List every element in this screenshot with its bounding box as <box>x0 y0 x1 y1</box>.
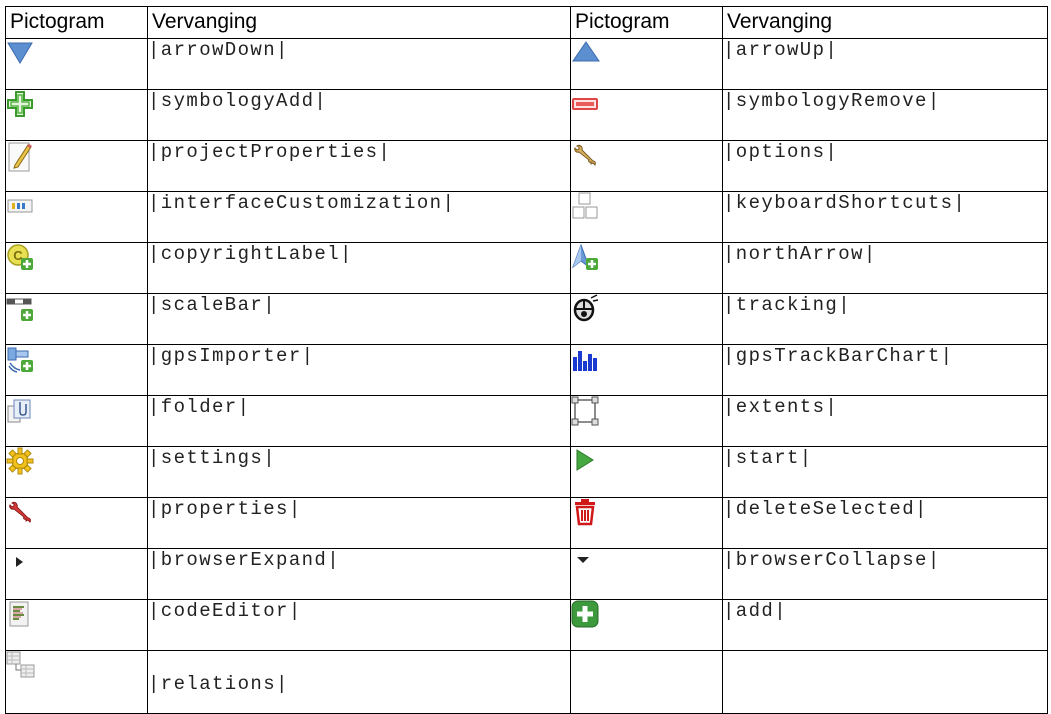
delete-selected-icon <box>571 498 599 526</box>
pictogram-cell <box>5 140 148 192</box>
pictogram-cell <box>5 293 148 345</box>
header-vervanging-right: Vervanging <box>722 6 1048 39</box>
substitution-text: |relations| <box>147 650 571 714</box>
substitution-text: |deleteSelected| <box>722 497 1048 549</box>
pictogram-cell <box>5 497 148 549</box>
pictogram-cell <box>570 38 723 90</box>
table-row: |properties| |deleteSelected| <box>5 497 1048 549</box>
pictogram-cell <box>570 599 723 651</box>
pictogram-cell <box>5 191 148 243</box>
project-properties-icon <box>6 141 34 172</box>
table-row: |relations| <box>5 650 1048 714</box>
substitution-text: |keyboardShortcuts| <box>722 191 1048 243</box>
substitution-text: |interfaceCustomization| <box>147 191 571 243</box>
pictogram-cell <box>5 650 148 714</box>
table-header-row: Pictogram Vervanging Pictogram Vervangin… <box>5 6 1048 39</box>
code-editor-icon <box>6 600 34 628</box>
table-row: |scaleBar| |tracking| <box>5 293 1048 345</box>
copyright-label-icon: C <box>6 243 34 271</box>
table-row: |settings| |start| <box>5 446 1048 498</box>
pictogram-cell <box>570 548 723 600</box>
icon-substitution-table: Pictogram Vervanging Pictogram Vervangin… <box>5 6 1048 714</box>
substitution-text: |tracking| <box>722 293 1048 345</box>
substitution-text: |properties| <box>147 497 571 549</box>
gps-track-bar-chart-icon <box>571 345 599 373</box>
table-row: |symbologyAdd| |symbologyRemove| <box>5 89 1048 141</box>
substitution-text: |settings| <box>147 446 571 498</box>
substitution-text: |codeEditor| <box>147 599 571 651</box>
header-pictogram-right: Pictogram <box>570 6 723 39</box>
pictogram-cell <box>570 191 723 243</box>
substitution-text: |arrowDown| <box>147 38 571 90</box>
pictogram-cell <box>570 395 723 447</box>
substitution-text: |northArrow| <box>722 242 1048 294</box>
pictogram-cell <box>5 344 148 396</box>
pictogram-cell <box>570 293 723 345</box>
substitution-text: |arrowUp| <box>722 38 1048 90</box>
options-icon <box>571 141 599 169</box>
arrow-up-icon <box>571 39 600 67</box>
pictogram-cell <box>570 497 723 549</box>
symbology-add-icon <box>6 90 34 118</box>
substitution-text: |folder| <box>147 395 571 447</box>
substitution-text: |extents| <box>722 395 1048 447</box>
add-icon <box>571 600 599 628</box>
pictogram-cell <box>5 38 148 90</box>
pictogram-cell <box>5 446 148 498</box>
table-row: |arrowDown| |arrowUp| <box>5 38 1048 90</box>
substitution-text: |symbologyRemove| <box>722 89 1048 141</box>
interface-customization-icon <box>6 192 34 220</box>
pictogram-cell <box>570 344 723 396</box>
table-row: |codeEditor| |add| <box>5 599 1048 651</box>
extents-icon <box>571 396 599 426</box>
pictogram-cell <box>570 242 723 294</box>
properties-icon <box>6 498 34 526</box>
gps-importer-icon <box>6 345 34 373</box>
substitution-text: |gpsImporter| <box>147 344 571 396</box>
table-row: |browserExpand| |browserCollapse| <box>5 548 1048 600</box>
substitution-text: |options| <box>722 140 1048 192</box>
substitution-text: |copyrightLabel| <box>147 242 571 294</box>
table-row: |folder| |extents| <box>5 395 1048 447</box>
substitution-text: |add| <box>722 599 1048 651</box>
pictogram-cell <box>5 548 148 600</box>
arrow-down-icon <box>6 39 34 67</box>
substitution-text: |projectProperties| <box>147 140 571 192</box>
pictogram-cell <box>5 395 148 447</box>
pictogram-cell <box>5 599 148 651</box>
settings-icon <box>6 447 34 475</box>
browser-collapse-icon <box>571 549 599 577</box>
substitution-text: |browserCollapse| <box>722 548 1048 600</box>
browser-expand-icon <box>6 549 34 577</box>
folder-icon <box>6 396 34 424</box>
table-row: C |copyrightLabel| |northArrow| <box>5 242 1048 294</box>
pictogram-cell <box>570 140 723 192</box>
header-vervanging-left: Vervanging <box>147 6 571 39</box>
pictogram-cell <box>570 89 723 141</box>
pictogram-cell <box>570 650 723 714</box>
substitution-text: |scaleBar| <box>147 293 571 345</box>
substitution-text: |gpsTrackBarChart| <box>722 344 1048 396</box>
symbology-remove-icon <box>571 90 599 118</box>
pictogram-cell <box>570 446 723 498</box>
substitution-text: |symbologyAdd| <box>147 89 571 141</box>
keyboard-shortcuts-icon <box>571 192 599 220</box>
header-pictogram-left: Pictogram <box>5 6 148 39</box>
pictogram-cell <box>5 89 148 141</box>
relations-icon <box>6 651 35 679</box>
north-arrow-icon <box>571 243 599 271</box>
table-row: |projectProperties| |options| <box>5 140 1048 192</box>
start-icon <box>571 447 599 475</box>
substitution-text: |start| <box>722 446 1048 498</box>
pictogram-cell: C <box>5 242 148 294</box>
substitution-text: |browserExpand| <box>147 548 571 600</box>
tracking-icon <box>571 294 599 322</box>
scale-bar-icon <box>6 294 34 322</box>
table-row: |gpsImporter| |gpsTrackBarChart| <box>5 344 1048 396</box>
table-row: |interfaceCustomization| |keyboardShortcu… <box>5 191 1048 243</box>
substitution-text <box>722 650 1048 714</box>
